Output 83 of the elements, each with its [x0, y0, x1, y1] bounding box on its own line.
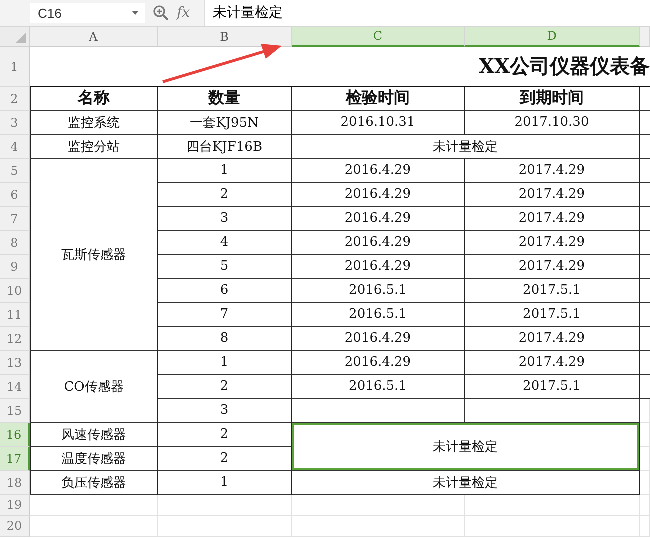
table-cell: 2017.4.29 — [465, 351, 640, 375]
row-header[interactable]: 11 — [0, 303, 30, 327]
column-header[interactable]: B — [158, 27, 292, 47]
row-header[interactable]: 14 — [0, 375, 30, 399]
table-cell: 2016.4.29 — [292, 183, 465, 207]
table-cell: 未计量检定 — [292, 423, 640, 471]
table-cell: 5 — [158, 255, 292, 279]
table-cell: 2016.5.1 — [292, 375, 465, 399]
table-cell: 风速传感器 — [30, 423, 158, 447]
table-cell: 瓦斯传感器 — [30, 159, 158, 351]
table-cell: 2017.4.29 — [465, 327, 640, 351]
row-header[interactable]: 5 — [0, 159, 30, 183]
table-cell: 2017.5.1 — [465, 375, 640, 399]
table-cell: 2016.5.1 — [292, 303, 465, 327]
table-cell: 2016.4.29 — [292, 255, 465, 279]
table-cell: 2017.4.29 — [465, 207, 640, 231]
column-heading: 名称 — [30, 87, 158, 111]
column-heading: 检验时间 — [292, 87, 465, 111]
column-header[interactable]: D — [465, 27, 640, 47]
row-header[interactable]: 13 — [0, 351, 30, 375]
row-header[interactable]: 15 — [0, 399, 30, 423]
table-cell: 3 — [158, 207, 292, 231]
table-cell: 2 — [158, 423, 292, 447]
table-cell: 2017.5.1 — [465, 303, 640, 327]
formula-field[interactable]: 未计量检定 — [204, 0, 650, 26]
row-header[interactable]: 17 — [0, 447, 30, 471]
table-cell: 2 — [158, 375, 292, 399]
table-cell: 未计量检定 — [292, 471, 640, 495]
table-cell: 3 — [158, 399, 292, 423]
table-cell: 2 — [158, 183, 292, 207]
table-cell: 2016.4.29 — [292, 351, 465, 375]
row-header[interactable]: 19 — [0, 495, 30, 516]
column-header[interactable]: C — [292, 27, 465, 47]
table-cell: 2017.10.30 — [465, 111, 640, 135]
table-cell: 1 — [158, 159, 292, 183]
table-cell: 2017.4.29 — [465, 231, 640, 255]
table-cell: 2017.4.29 — [465, 159, 640, 183]
function-label[interactable]: fx — [177, 5, 190, 21]
column-header[interactable] — [640, 27, 650, 47]
table-cell: 2016.10.31 — [292, 111, 465, 135]
table-cell: 2016.5.1 — [292, 279, 465, 303]
caret-icon — [132, 11, 139, 15]
table-cell: 2017.4.29 — [465, 183, 640, 207]
table-cell: 2016.4.29 — [292, 327, 465, 351]
row-header[interactable]: 10 — [0, 279, 30, 303]
table-cell: 1 — [158, 471, 292, 495]
row-header[interactable]: 9 — [0, 255, 30, 279]
table-cell: 2017.4.29 — [465, 255, 640, 279]
table-cell: 未计量检定 — [292, 135, 640, 159]
table-cell: 四台KJF16B — [158, 135, 292, 159]
table-cell: 2016.4.29 — [292, 207, 465, 231]
table-cell: 7 — [158, 303, 292, 327]
name-box[interactable]: C16 — [30, 3, 145, 23]
row-header[interactable]: 12 — [0, 327, 30, 351]
table-cell: CO传感器 — [30, 351, 158, 423]
table-cell: 8 — [158, 327, 292, 351]
row-header[interactable]: 7 — [0, 207, 30, 231]
table-cell: 2016.4.29 — [292, 231, 465, 255]
table-cell: 2017.5.1 — [465, 279, 640, 303]
table-cell: 温度传感器 — [30, 447, 158, 471]
row-header[interactable]: 8 — [0, 231, 30, 255]
table-cell: 2016.4.29 — [292, 159, 465, 183]
row-header[interactable]: 2 — [0, 87, 30, 111]
row-header[interactable]: 1 — [0, 47, 30, 87]
table-cell: 1 — [158, 351, 292, 375]
zoom-icon[interactable] — [153, 5, 169, 21]
table-cell: 监控分站 — [30, 135, 158, 159]
row-header[interactable]: 4 — [0, 135, 30, 159]
select-all-icon[interactable] — [16, 33, 26, 43]
table-cell: 4 — [158, 231, 292, 255]
column-header[interactable]: A — [30, 27, 158, 47]
row-header[interactable]: 3 — [0, 111, 30, 135]
column-heading: 到期时间 — [465, 87, 640, 111]
row-header[interactable]: 18 — [0, 471, 30, 495]
table-cell: 监控系统 — [30, 111, 158, 135]
row-header[interactable]: 6 — [0, 183, 30, 207]
table-cell: 2 — [158, 447, 292, 471]
row-header[interactable]: 16 — [0, 423, 30, 447]
column-heading: 数量 — [158, 87, 292, 111]
table-cell: 负压传感器 — [30, 471, 158, 495]
table-cell: 6 — [158, 279, 292, 303]
row-header[interactable]: 20 — [0, 516, 30, 537]
table-cell: 一套KJ95N — [158, 111, 292, 135]
